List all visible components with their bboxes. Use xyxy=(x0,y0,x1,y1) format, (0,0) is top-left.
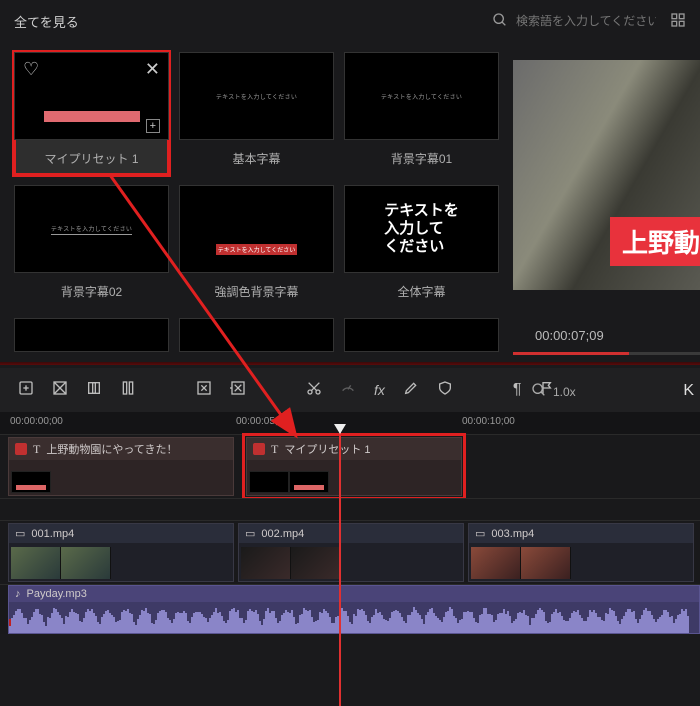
preset-label: 全体字幕 xyxy=(344,273,499,308)
clip-title: 003.mp4 xyxy=(491,528,534,540)
preset-label: マイプリセット 1 xyxy=(14,140,169,175)
preset-card-accent[interactable]: テキストを入力してください 強調色背景字幕 xyxy=(179,185,334,308)
preset-card-extra[interactable] xyxy=(14,318,169,352)
preset-thumb-text: テキストを入力してください xyxy=(381,92,462,101)
search-wrap xyxy=(492,12,656,31)
search-icon xyxy=(492,12,508,31)
preset-card-extra[interactable] xyxy=(179,318,334,352)
music-icon: ♪ xyxy=(15,588,21,600)
zoom-icon[interactable] xyxy=(531,382,547,401)
preset-card-full[interactable]: テキストを 入力して ください 全体字幕 xyxy=(344,185,499,308)
edit-icon[interactable] xyxy=(403,380,419,400)
clip-title: Payday.mp3 xyxy=(27,588,87,600)
timeline-toolbar: fx ¶ xyxy=(0,368,700,412)
preset-label: 基本字幕 xyxy=(179,140,334,175)
preset-thumb-text: テキストを入力してください xyxy=(51,224,132,235)
video-track[interactable]: ▭ 001.mp4 ▭ 002.mp4 ▭ 003.mp4 xyxy=(0,520,700,584)
preset-label: 背景字幕01 xyxy=(344,140,499,175)
preset-label: 強調色背景字幕 xyxy=(179,273,334,308)
preview-panel: 上野動 00:00:07;09 1.0x K xyxy=(513,42,700,356)
shield-icon[interactable] xyxy=(437,380,453,400)
text-type-icon: T xyxy=(271,442,278,457)
pattern-icon[interactable] xyxy=(52,380,68,400)
video-icon: ▭ xyxy=(15,527,25,540)
clip-title: 001.mp4 xyxy=(31,528,74,540)
video-icon: ▭ xyxy=(245,527,255,540)
preset-thumb-text: テキストを入力してください xyxy=(216,92,297,101)
text-clip-2[interactable]: T マイプリセット 1 xyxy=(246,437,462,496)
video-icon: ▭ xyxy=(475,527,485,540)
clip-title: 002.mp4 xyxy=(261,528,304,540)
delete-icon[interactable] xyxy=(196,380,212,400)
edit-clip-icon[interactable] xyxy=(15,443,27,455)
preset-label: 背景字幕02 xyxy=(14,273,169,308)
add-media-icon[interactable] xyxy=(18,380,34,400)
audio-track[interactable]: ♪ Payday.mp3 fx xyxy=(0,584,700,634)
view-all-link[interactable]: 全てを見る xyxy=(14,12,79,31)
clip-thumb xyxy=(249,471,289,493)
empty-track[interactable] xyxy=(0,498,700,520)
preview-viewport[interactable]: 上野動 xyxy=(513,60,700,290)
preset-card-mypreset1[interactable]: ♡ ✕ + マイプリセット 1 xyxy=(14,52,169,175)
text-type-icon: T xyxy=(33,442,40,457)
favorite-icon[interactable]: ♡ xyxy=(23,59,39,80)
audio-clip[interactable]: ♪ Payday.mp3 fx xyxy=(8,585,700,634)
preset-card-bg02[interactable]: テキストを入力してください 背景字幕02 xyxy=(14,185,169,308)
search-input[interactable] xyxy=(516,14,656,28)
preset-thumb-graphic xyxy=(44,111,140,122)
library-icon[interactable] xyxy=(120,380,136,400)
video-clip-3[interactable]: ▭ 003.mp4 xyxy=(468,523,694,582)
k-label: K xyxy=(683,382,694,400)
fx-icon[interactable]: fx xyxy=(374,382,385,398)
grid-view-icon[interactable] xyxy=(670,12,686,31)
text-track[interactable]: T 上野動物園にやってきた！ T マイプリセット 1 xyxy=(0,434,700,498)
clip-title: マイプリセット 1 xyxy=(284,441,370,457)
preset-card-extra[interactable] xyxy=(344,318,499,352)
close-icon[interactable]: ✕ xyxy=(145,59,160,80)
preview-seekbar[interactable] xyxy=(513,352,700,355)
preset-card-bg01[interactable]: テキストを入力してください 背景字幕01 xyxy=(344,52,499,175)
text-clip-1[interactable]: T 上野動物園にやってきた！ xyxy=(8,437,234,496)
clip-thumb xyxy=(11,471,51,493)
preset-card-basic[interactable]: テキストを入力してください 基本字幕 xyxy=(179,52,334,175)
duplicate-icon[interactable] xyxy=(86,380,102,400)
add-icon[interactable]: + xyxy=(146,119,160,133)
preview-caption: 上野動 xyxy=(610,217,700,266)
waveform xyxy=(9,605,699,633)
zoom-value: 1.0x xyxy=(553,385,576,399)
clip-thumb xyxy=(289,471,329,493)
video-clip-1[interactable]: ▭ 001.mp4 xyxy=(8,523,234,582)
ruler-tc: 00:00:10;00 xyxy=(462,416,515,427)
preview-timecode: 00:00:07;09 xyxy=(535,328,604,343)
presets-panel: ♡ ✕ + マイプリセット 1 テキストを入力してください 基本字幕 テキストを… xyxy=(0,42,513,356)
ruler-tc: 00:00:00;00 xyxy=(10,416,63,427)
cut-icon[interactable] xyxy=(306,380,322,400)
edit-clip-icon[interactable] xyxy=(253,443,265,455)
marker-icon[interactable]: ¶ xyxy=(513,381,522,399)
preset-thumb-text: テキストを入力してください xyxy=(216,244,297,255)
timeline-ruler[interactable]: 00:00:00;00 00:00:05;00 00:00:10;00 xyxy=(0,412,700,434)
playhead[interactable] xyxy=(339,424,341,706)
ripple-delete-icon[interactable] xyxy=(230,380,246,400)
video-clip-2[interactable]: ▭ 002.mp4 xyxy=(238,523,464,582)
ruler-tc: 00:00:05;00 xyxy=(236,416,289,427)
speed-icon[interactable] xyxy=(340,380,356,400)
clip-title: 上野動物園にやってきた！ xyxy=(46,441,177,457)
preset-thumb-text: テキストを 入力して ください xyxy=(384,202,459,256)
